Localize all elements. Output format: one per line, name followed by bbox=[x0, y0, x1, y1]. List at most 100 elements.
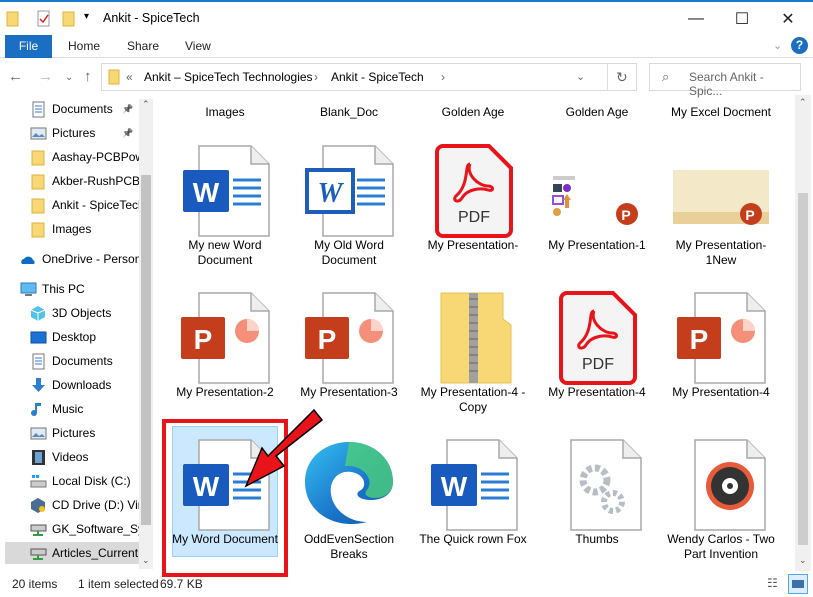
nav-scroll-thumb[interactable] bbox=[141, 175, 151, 525]
file-item[interactable]: My Excel Docment bbox=[659, 105, 783, 120]
breadcrumb-separator-icon[interactable]: › bbox=[441, 70, 445, 84]
up-button[interactable]: ↑ bbox=[84, 68, 92, 85]
file-item[interactable]: Golden Age bbox=[411, 105, 535, 120]
address-bar[interactable]: « Ankit – SpiceTech Technologies › Ankit… bbox=[101, 63, 637, 91]
scroll-down-icon[interactable]: ⌄ bbox=[799, 555, 807, 566]
file-item[interactable]: Images bbox=[163, 105, 287, 120]
nav-item-label: Ankit - SpiceTech bbox=[52, 198, 140, 212]
nav-item[interactable]: Pictures bbox=[30, 422, 95, 444]
file-item[interactable]: OddEvenSection Breaks bbox=[287, 434, 411, 562]
content-scrollbar[interactable]: ⌃ ⌄ bbox=[795, 95, 811, 571]
address-dropdown-icon[interactable]: ⌄ bbox=[576, 70, 585, 83]
nav-item[interactable]: CD Drive (D:) VirtualBox bbox=[30, 494, 140, 516]
file-item[interactable]: P My Presentation-1New bbox=[659, 140, 783, 268]
nav-item[interactable]: Videos bbox=[30, 446, 88, 468]
nav-item-label: This PC bbox=[42, 282, 85, 296]
back-button[interactable]: ← bbox=[8, 68, 23, 85]
breadcrumb-item[interactable]: Ankit – SpiceTech Technologies bbox=[144, 70, 313, 84]
nav-item[interactable]: Downloads bbox=[30, 374, 111, 396]
file-item[interactable]: Wendy Carlos - Two Part Invention bbox=[659, 434, 783, 562]
file-item[interactable]: Thumbs bbox=[535, 434, 659, 547]
nav-item[interactable]: Articles_Current bbox=[5, 542, 140, 564]
file-item[interactable]: PDF My Presentation-4 bbox=[535, 287, 659, 400]
scroll-up-icon[interactable]: ⌃ bbox=[142, 99, 150, 110]
file-label: My Presentation-2 bbox=[176, 385, 274, 399]
new-folder-icon[interactable] bbox=[62, 11, 76, 27]
network-drive-icon bbox=[30, 548, 47, 560]
breadcrumb-separator-icon[interactable]: › bbox=[314, 70, 318, 84]
cd-drive-icon bbox=[31, 497, 45, 513]
file-item[interactable]: P My Presentation-3 bbox=[287, 287, 411, 400]
file-item[interactable]: My Presentation-4 - Copy bbox=[411, 287, 535, 415]
file-label: My Presentation-1 bbox=[548, 238, 646, 252]
large-icons-view-icon[interactable] bbox=[788, 574, 808, 594]
breadcrumb-overflow[interactable]: « bbox=[126, 70, 133, 84]
nav-item[interactable]: Local Disk (C:) bbox=[30, 470, 131, 492]
folder-icon bbox=[31, 174, 45, 189]
pictures-icon bbox=[30, 427, 47, 439]
file-item[interactable]: Golden Age bbox=[535, 105, 659, 120]
pin-icon[interactable]: 📌 bbox=[122, 98, 133, 120]
tab-view[interactable]: View bbox=[185, 35, 211, 58]
tab-share[interactable]: Share bbox=[127, 35, 159, 58]
recent-locations-icon[interactable]: ⌄ bbox=[65, 72, 73, 83]
file-label: Images bbox=[205, 105, 245, 119]
nav-item[interactable]: Aashay-PCBPower bbox=[30, 146, 140, 168]
word-file-icon: W bbox=[183, 145, 270, 237]
nav-item[interactable]: This PC bbox=[20, 278, 85, 300]
nav-item[interactable]: 3D Objects bbox=[30, 302, 111, 324]
details-view-icon[interactable]: ☷ bbox=[767, 576, 778, 590]
scroll-up-icon[interactable]: ⌃ bbox=[799, 97, 807, 108]
help-icon[interactable]: ? bbox=[791, 37, 808, 54]
minimize-button[interactable]: — bbox=[673, 2, 719, 35]
search-input[interactable]: ⌕ Search Ankit - Spic... bbox=[649, 63, 801, 98]
desktop-icon bbox=[30, 331, 47, 343]
close-button[interactable]: ✕ bbox=[765, 2, 811, 35]
maximize-button[interactable]: ☐ bbox=[719, 2, 765, 35]
file-item[interactable]: W My new Word Document bbox=[163, 140, 287, 268]
nav-item[interactable]: Images bbox=[30, 218, 91, 240]
file-item[interactable]: P My Presentation-2 bbox=[163, 287, 287, 400]
forward-button[interactable]: → bbox=[38, 68, 53, 85]
breadcrumb-item[interactable]: Ankit - SpiceTech bbox=[331, 70, 424, 84]
nav-item[interactable]: Music bbox=[30, 398, 83, 420]
nav-item[interactable]: Akber-RushPCB- bbox=[30, 170, 140, 192]
ppt-thumb2-file-icon: P bbox=[673, 170, 769, 225]
file-item[interactable]: P My Presentation-4 bbox=[659, 287, 783, 400]
folder-icon bbox=[31, 150, 45, 165]
nav-item[interactable]: GK_Software_System bbox=[30, 518, 140, 540]
nav-item[interactable]: Desktop bbox=[30, 326, 96, 348]
search-placeholder: Search Ankit - Spic... bbox=[689, 70, 764, 98]
file-item[interactable]: Blank_Doc bbox=[287, 105, 411, 120]
nav-item-label: Videos bbox=[52, 450, 89, 464]
nav-item[interactable]: Ankit - SpiceTech bbox=[30, 194, 140, 216]
pin-icon[interactable]: 📌 bbox=[122, 122, 133, 144]
file-item[interactable]: PDF My Presentation- bbox=[411, 140, 535, 253]
tab-file[interactable]: File bbox=[5, 35, 52, 58]
scroll-down-icon[interactable]: ⌄ bbox=[142, 555, 150, 566]
nav-item[interactable]: Documents 📌 bbox=[30, 98, 133, 120]
file-label: The Quick rown Fox bbox=[419, 532, 527, 546]
file-item[interactable]: W My Old Word Document bbox=[287, 140, 411, 268]
nav-item[interactable]: OneDrive - Personal bbox=[20, 248, 140, 270]
folder-icon bbox=[31, 198, 45, 213]
file-label: Golden Age bbox=[441, 105, 505, 119]
videos-icon bbox=[32, 449, 45, 465]
nav-item[interactable]: Documents bbox=[30, 350, 113, 372]
file-item[interactable]: W My Word Document bbox=[163, 426, 287, 557]
refresh-icon[interactable]: ↻ bbox=[616, 69, 628, 86]
nav-item[interactable]: Pictures 📌 bbox=[30, 122, 133, 144]
zip-file-icon bbox=[440, 292, 512, 384]
nav-scrollbar[interactable]: ⌃ ⌄ bbox=[139, 99, 153, 569]
expand-ribbon-icon[interactable]: ⌄ bbox=[773, 39, 782, 52]
file-item[interactable]: W The Quick rown Fox bbox=[411, 434, 535, 547]
quick-access-dropdown-icon[interactable]: ▾ bbox=[84, 11, 89, 22]
tab-home[interactable]: Home bbox=[68, 35, 100, 58]
file-item[interactable]: P My Presentation-1 bbox=[535, 140, 659, 253]
properties-icon[interactable] bbox=[36, 10, 52, 28]
folder-icon bbox=[6, 11, 19, 27]
nav-item-label: Downloads bbox=[52, 378, 112, 392]
content-scroll-thumb[interactable] bbox=[798, 193, 808, 545]
file-label: My Word Document bbox=[172, 532, 278, 546]
file-label: Thumbs bbox=[575, 532, 619, 546]
